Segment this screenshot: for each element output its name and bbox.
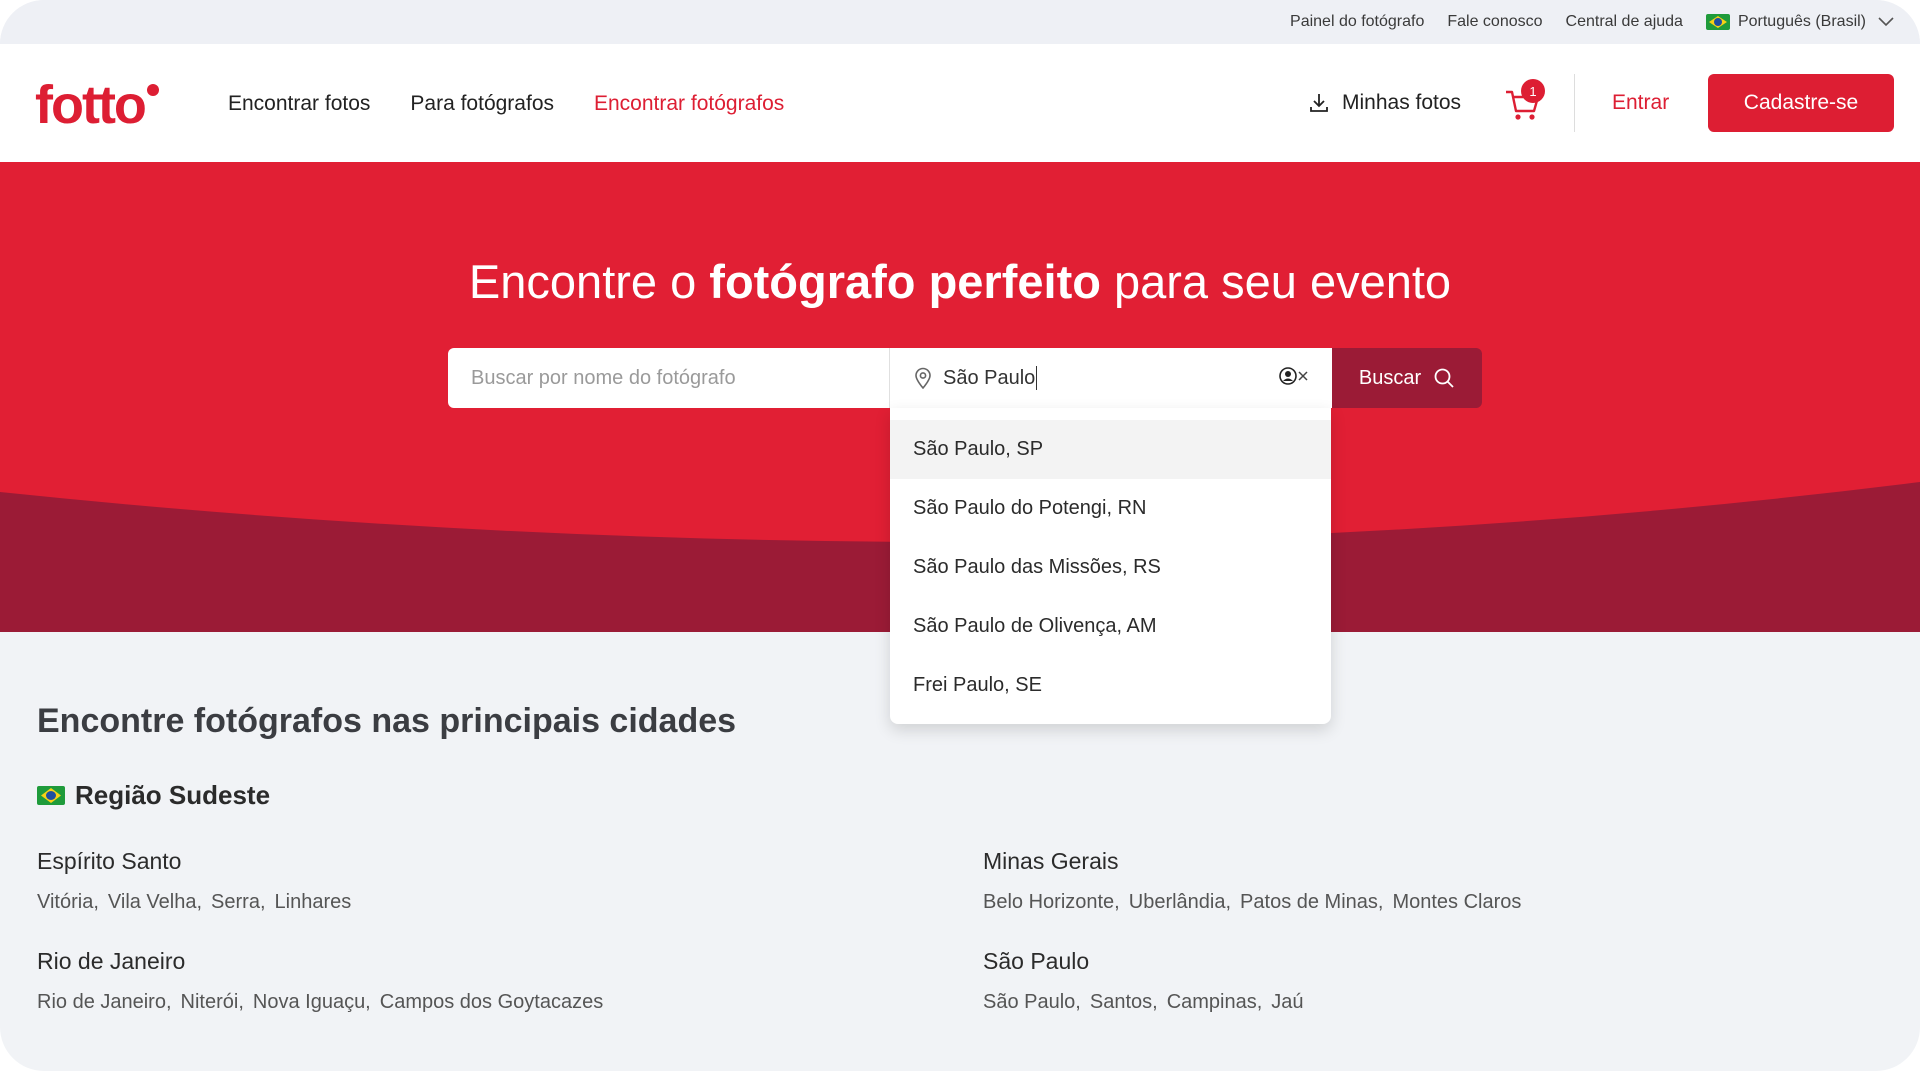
user-location-icon[interactable] — [1278, 366, 1298, 386]
city-list: Rio de Janeiro, Niterói, Nova Iguaçu, Ca… — [37, 991, 612, 1014]
language-label: Português (Brasil) — [1737, 13, 1866, 30]
location-actions — [1278, 366, 1308, 386]
text-caret — [1036, 366, 1038, 390]
state-name: Minas Gerais — [983, 848, 1119, 874]
suggestion-item[interactable]: Frei Paulo, SE — [890, 656, 1331, 715]
city-link[interactable]: Linhares — [275, 891, 352, 914]
hero-title: Encontre o fotógrafo perfeito para seu e… — [0, 254, 1920, 309]
city-link[interactable]: Niterói, — [181, 991, 244, 1014]
contact-link[interactable]: Fale conosco — [1447, 13, 1542, 31]
utility-bar: Painel do fotógrafo Fale conosco Central… — [0, 0, 1920, 44]
main-nav: Encontrar fotos Para fotógrafos Encontra… — [228, 92, 824, 116]
brazil-flag-icon — [1705, 14, 1730, 30]
city-link[interactable]: Serra, — [211, 891, 265, 914]
city-list: Vitória, Vila Velha, Serra, Linhares — [37, 891, 360, 914]
state-name: Espírito Santo — [37, 848, 182, 874]
clear-icon[interactable] — [1298, 371, 1308, 381]
city-link[interactable]: Vila Velha, — [108, 891, 202, 914]
logo-dot — [146, 84, 159, 96]
logo-text: fotto — [35, 75, 147, 135]
region-label: Região Sudeste — [75, 780, 271, 810]
city-link[interactable]: Santos, — [1090, 991, 1158, 1014]
city-link[interactable]: Vitória, — [37, 891, 99, 914]
state-name: Rio de Janeiro — [37, 948, 186, 974]
nav-find-photographers[interactable]: Encontrar fotógrafos — [594, 92, 784, 116]
city-link[interactable]: Montes Claros — [1392, 891, 1521, 914]
photographer-panel-link[interactable]: Painel do fotógrafo — [1290, 13, 1424, 31]
city-link[interactable]: Rio de Janeiro, — [37, 991, 172, 1014]
location-value: São Paulo — [943, 366, 1036, 389]
section-title: Encontre fotógrafos nas principais cidad… — [37, 702, 737, 740]
brazil-flag-icon — [37, 786, 65, 805]
photographer-name-input[interactable]: Buscar por nome do fotógrafo — [448, 348, 890, 408]
city-link[interactable]: Nova Iguaçu, — [253, 991, 371, 1014]
city-link[interactable]: Campinas, — [1167, 991, 1263, 1014]
suggestion-item[interactable]: São Paulo, SP — [890, 420, 1331, 479]
my-photos-link[interactable]: Minhas fotos — [1308, 91, 1461, 115]
chevron-down-icon — [1878, 17, 1894, 27]
state-block: Minas Gerais Belo Horizonte, Uberlândia,… — [983, 848, 1530, 914]
search-button[interactable]: Buscar — [1332, 348, 1482, 408]
search-bar: Buscar por nome do fotógrafo São Paulo B… — [448, 348, 1482, 408]
state-block: São Paulo São Paulo, Santos, Campinas, J… — [983, 948, 1313, 1014]
hero-title-bold: fotógrafo perfeito — [709, 255, 1101, 308]
location-input[interactable]: São Paulo — [890, 348, 1332, 408]
nav-find-photos[interactable]: Encontrar fotos — [228, 92, 370, 116]
state-block: Espírito Santo Vitória, Vila Velha, Serr… — [37, 848, 360, 914]
state-name: São Paulo — [983, 948, 1090, 974]
city-list: Belo Horizonte, Uberlândia, Patos de Min… — [983, 891, 1530, 914]
cart-count-badge: 1 — [1521, 79, 1545, 103]
signup-button[interactable]: Cadastre-se — [1708, 74, 1894, 132]
language-selector[interactable]: Português (Brasil) — [1705, 13, 1894, 31]
hero-title-pre: Encontre o — [468, 255, 710, 308]
city-link[interactable]: Campos dos Goytacazes — [380, 991, 603, 1014]
download-icon — [1310, 94, 1328, 112]
fotto-logo[interactable]: fotto — [35, 78, 159, 132]
login-link[interactable]: Entrar — [1612, 91, 1669, 115]
region-heading: Região Sudeste — [37, 780, 270, 811]
page: Painel do fotógrafo Fale conosco Central… — [0, 0, 1920, 1071]
city-link[interactable]: Belo Horizonte, — [983, 891, 1120, 914]
location-suggestions: São Paulo, SP São Paulo do Potengi, RN S… — [890, 408, 1331, 724]
state-block: Rio de Janeiro Rio de Janeiro, Niterói, … — [37, 948, 612, 1014]
nav-for-photographers[interactable]: Para fotógrafos — [410, 92, 554, 116]
city-link[interactable]: São Paulo, — [983, 991, 1081, 1014]
city-link[interactable]: Patos de Minas, — [1240, 891, 1383, 914]
search-icon — [1434, 368, 1454, 388]
city-link[interactable]: Uberlândia, — [1129, 891, 1231, 914]
city-list: São Paulo, Santos, Campinas, Jaú — [983, 991, 1313, 1014]
my-photos-label: Minhas fotos — [1342, 91, 1462, 114]
search-button-label: Buscar — [1358, 366, 1422, 389]
location-pin-icon — [915, 367, 931, 389]
header-divider — [1574, 74, 1575, 132]
suggestion-item[interactable]: São Paulo das Missões, RS — [890, 538, 1331, 597]
hero-title-post: para seu evento — [1100, 255, 1452, 308]
help-center-link[interactable]: Central de ajuda — [1566, 13, 1683, 31]
city-link[interactable]: Jaú — [1271, 991, 1303, 1014]
suggestion-item[interactable]: São Paulo do Potengi, RN — [890, 479, 1331, 538]
suggestion-item[interactable]: São Paulo de Olivença, AM — [890, 597, 1331, 656]
main-header: fotto Encontrar fotos Para fotógrafos En… — [0, 44, 1920, 162]
